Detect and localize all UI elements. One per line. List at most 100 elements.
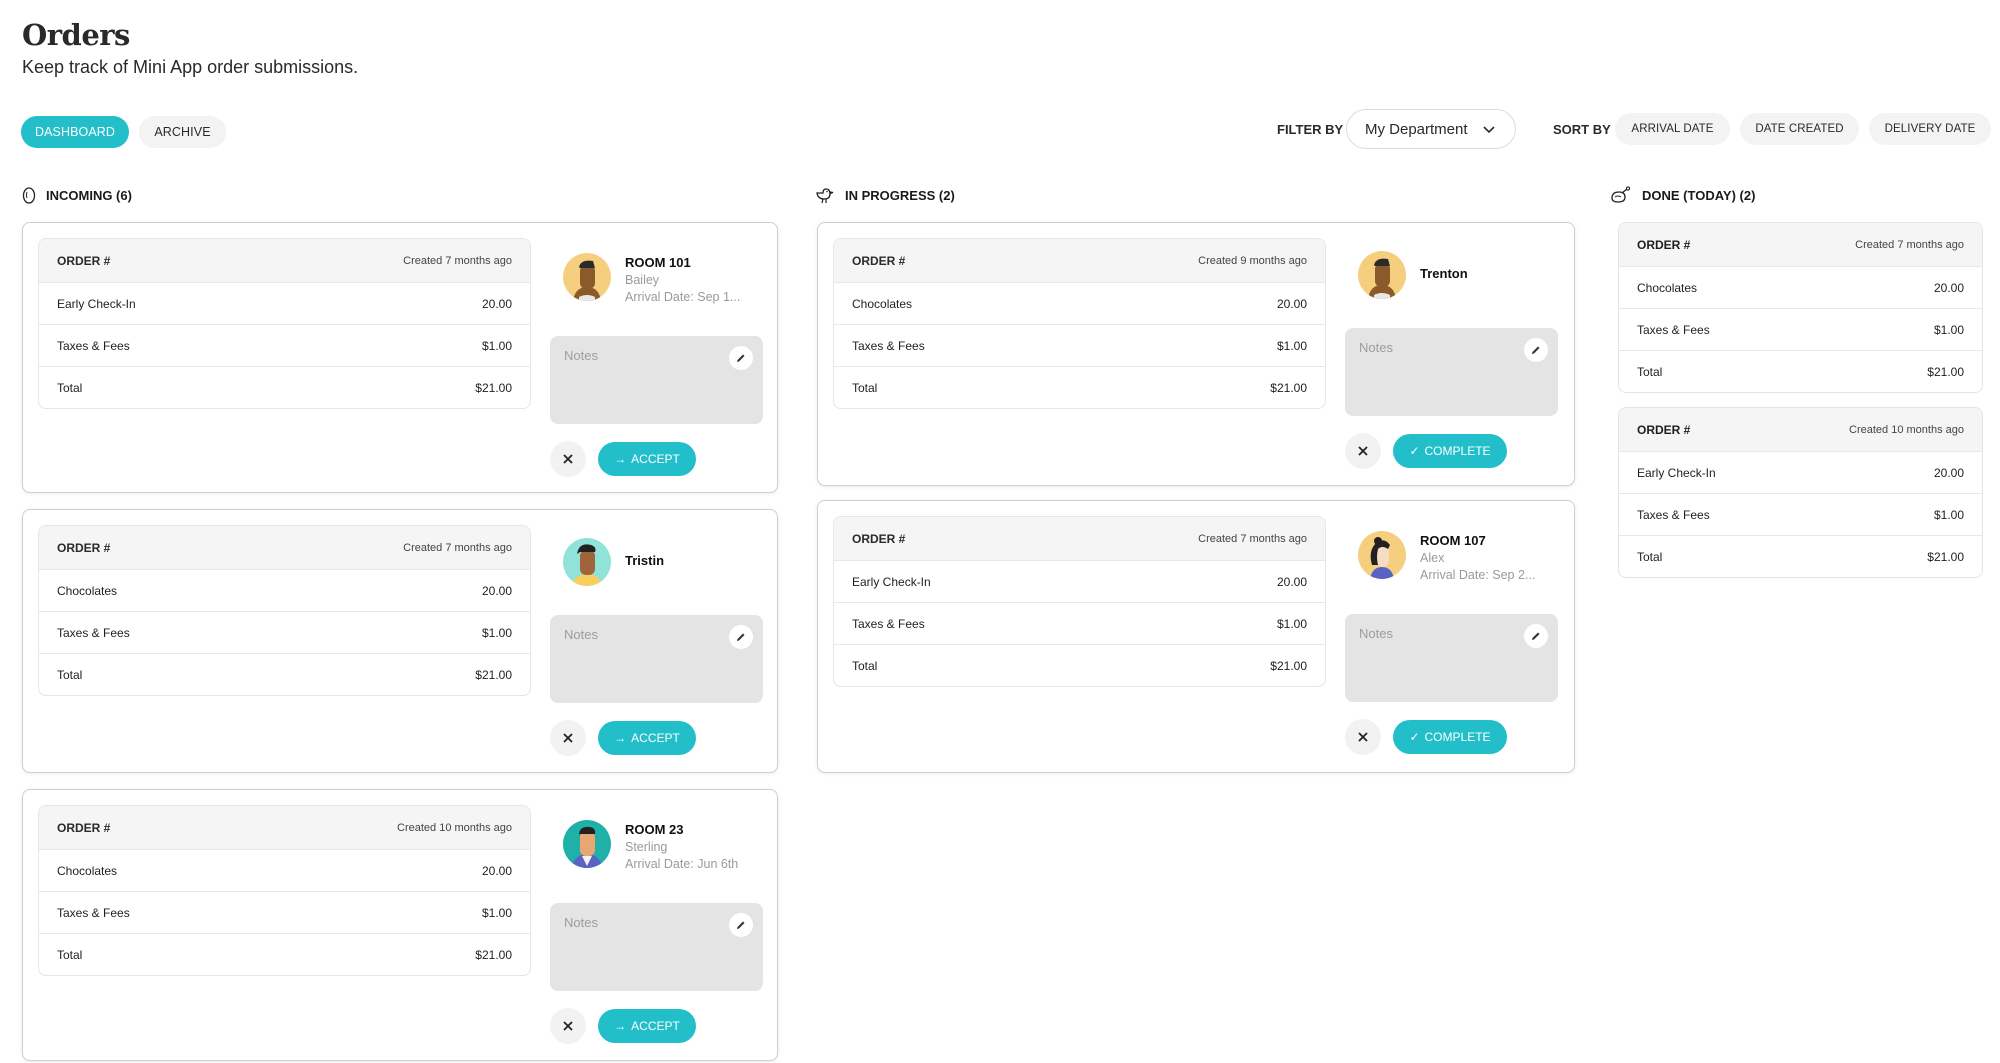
guest-details: ROOM 107 Alex Arrival Date: Sep 2... xyxy=(1420,531,1535,582)
reject-button[interactable] xyxy=(1345,719,1381,755)
created-time: Created 7 months ago xyxy=(403,254,512,267)
total-row: Total $21.00 xyxy=(39,933,530,975)
order-number-label: ORDER # xyxy=(852,253,906,268)
column-title-text: INCOMING (6) xyxy=(46,187,132,203)
line-item-row: Early Check-In 20.00 xyxy=(834,560,1325,602)
tab-archive[interactable]: ARCHIVE xyxy=(139,116,226,148)
notes-placeholder: Notes xyxy=(1359,340,1393,355)
complete-button[interactable]: ✓ COMPLETE xyxy=(1393,434,1507,468)
item-value: $1.00 xyxy=(1933,507,1964,522)
order-header-row: ORDER # Created 7 months ago xyxy=(834,517,1325,560)
checkmark-icon: ✓ xyxy=(1409,444,1420,458)
arrow-right-icon: → xyxy=(614,1019,627,1033)
reject-button[interactable] xyxy=(1345,433,1381,469)
line-item-row: Chocolates 20.00 xyxy=(39,569,530,611)
accept-button[interactable]: → ACCEPT xyxy=(598,442,696,476)
pencil-icon[interactable] xyxy=(729,913,753,937)
guest-info: ROOM 107 Alex Arrival Date: Sep 2... xyxy=(1358,531,1568,582)
item-name: Taxes & Fees xyxy=(57,625,130,640)
sort-delivery-date-button[interactable]: DELIVERY DATE xyxy=(1869,113,1991,145)
reject-button[interactable] xyxy=(550,1008,586,1044)
item-name: Taxes & Fees xyxy=(1637,322,1710,337)
item-value: $1.00 xyxy=(1276,616,1307,631)
avatar xyxy=(563,820,611,868)
sort-arrival-date-button[interactable]: ARRIVAL DATE xyxy=(1615,113,1730,145)
notes-field[interactable]: Notes xyxy=(1345,328,1558,416)
item-name: Total xyxy=(1637,364,1663,379)
close-icon xyxy=(563,1021,573,1031)
item-value: 20.00 xyxy=(481,583,512,598)
item-value: $21.00 xyxy=(1270,380,1307,395)
accept-label: ACCEPT xyxy=(631,1019,680,1033)
order-table: ORDER # Created 9 months ago Chocolates 20… xyxy=(833,238,1326,409)
order-card: ORDER # Created 7 months ago Chocolates 20… xyxy=(22,509,778,773)
line-item-row: Taxes & Fees $1.00 xyxy=(834,324,1325,366)
accept-button[interactable]: → ACCEPT xyxy=(598,1009,696,1043)
accept-label: ACCEPT xyxy=(631,452,680,466)
item-name: Taxes & Fees xyxy=(57,905,130,920)
created-time: Created 7 months ago xyxy=(1198,532,1307,545)
filter-label: FILTER BY xyxy=(1277,122,1344,137)
arrival-date: Arrival Date: Sep 1... xyxy=(625,290,741,304)
item-name: Chocolates xyxy=(852,296,913,311)
accept-button[interactable]: → ACCEPT xyxy=(598,721,696,755)
pencil-icon[interactable] xyxy=(729,346,753,370)
line-item-row: Early Check-In 20.00 xyxy=(39,282,530,324)
order-number-label: ORDER # xyxy=(852,531,906,546)
pencil-icon[interactable] xyxy=(1524,338,1548,362)
order-card: ORDER # Created 7 months ago Early Check-… xyxy=(817,500,1575,773)
reject-button[interactable] xyxy=(550,441,586,477)
notes-placeholder: Notes xyxy=(564,915,598,930)
order-number-label: ORDER # xyxy=(1637,237,1691,252)
avatar xyxy=(1358,251,1406,299)
avatar xyxy=(563,538,611,586)
order-card: ORDER # Created 10 months ago Chocolates 2… xyxy=(22,789,778,1061)
notes-field[interactable]: Notes xyxy=(550,903,763,991)
order-number-label: ORDER # xyxy=(57,253,111,268)
chevron-down-icon xyxy=(1483,126,1495,134)
column-title-incoming: INCOMING (6) xyxy=(22,186,132,204)
page-subtitle: Keep track of Mini App order submissions… xyxy=(22,57,359,77)
order-header-row: ORDER # Created 10 months ago xyxy=(39,806,530,849)
complete-button[interactable]: ✓ COMPLETE xyxy=(1393,720,1507,754)
notes-placeholder: Notes xyxy=(1359,626,1393,641)
line-item-row: Early Check-In 20.00 xyxy=(1619,451,1982,493)
order-table: ORDER # Created 7 months ago Early Check-… xyxy=(833,516,1326,687)
item-name: Chocolates xyxy=(1637,280,1698,295)
arrow-right-icon: → xyxy=(614,731,627,745)
page-title: Orders xyxy=(22,18,130,52)
notes-field[interactable]: Notes xyxy=(1345,614,1558,702)
guest-details: Tristin xyxy=(625,538,664,586)
item-name: Total xyxy=(1637,549,1663,564)
item-value: 20.00 xyxy=(1276,574,1307,589)
total-row: Total $21.00 xyxy=(834,644,1325,686)
roast-chicken-icon xyxy=(1611,186,1631,203)
line-item-row: Chocolates 20.00 xyxy=(834,282,1325,324)
item-name: Taxes & Fees xyxy=(852,616,925,631)
total-row: Total $21.00 xyxy=(39,653,530,695)
tab-dashboard[interactable]: DASHBOARD xyxy=(21,116,129,148)
order-header-row: ORDER # Created 9 months ago xyxy=(834,239,1325,282)
guest-info: ROOM 23 Sterling Arrival Date: Jun 6th xyxy=(563,820,773,871)
item-name: Total xyxy=(852,380,878,395)
total-row: Total $21.00 xyxy=(1619,535,1982,577)
pencil-icon[interactable] xyxy=(1524,624,1548,648)
guest-info: ROOM 101 Bailey Arrival Date: Sep 1... xyxy=(563,253,773,304)
item-name: Total xyxy=(57,947,83,962)
order-card: ORDER # Created 9 months ago Chocolates 20… xyxy=(817,222,1575,486)
department-filter-select[interactable]: My Department xyxy=(1346,109,1516,149)
guest-info: Trenton xyxy=(1358,251,1568,299)
line-item-row: Taxes & Fees $1.00 xyxy=(1619,308,1982,350)
order-table: ORDER # Created 7 months ago Early Check-… xyxy=(38,238,531,409)
reject-button[interactable] xyxy=(550,720,586,756)
notes-field[interactable]: Notes xyxy=(550,336,763,424)
sort-date-created-button[interactable]: DATE CREATED xyxy=(1740,113,1859,145)
item-value: $21.00 xyxy=(475,947,512,962)
total-row: Total $21.00 xyxy=(834,366,1325,408)
item-name: Early Check-In xyxy=(852,574,931,589)
notes-field[interactable]: Notes xyxy=(550,615,763,703)
item-value: 20.00 xyxy=(1933,280,1964,295)
item-name: Chocolates xyxy=(57,863,118,878)
pencil-icon[interactable] xyxy=(729,625,753,649)
arrival-date: Arrival Date: Sep 2... xyxy=(1420,568,1536,582)
